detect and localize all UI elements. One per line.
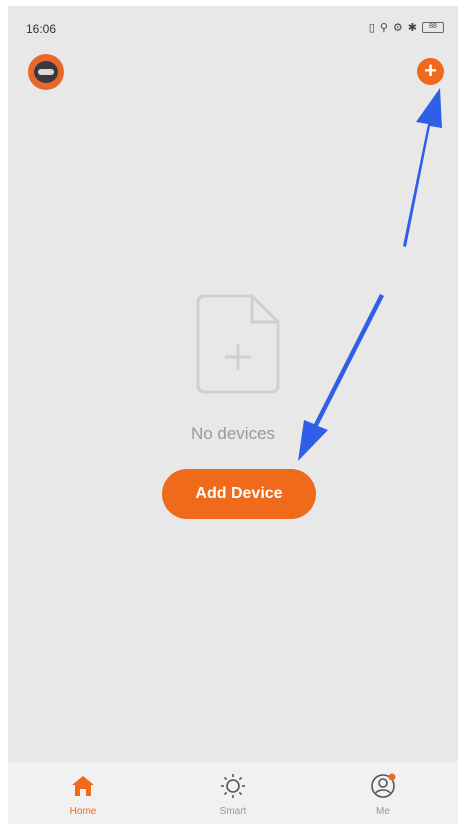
status-bar: 16:06 ▯ ⚲ ⚙ ✱ 88 [8, 6, 458, 42]
status-time: 16:06 [26, 22, 57, 36]
home-icon [72, 776, 94, 796]
bluetooth-icon: ✱ [407, 22, 417, 34]
user-icon [371, 773, 396, 798]
sun-icon [221, 774, 245, 798]
nav-home-label: Home [69, 806, 97, 817]
location-icon: ⚲ [379, 22, 388, 34]
add-device-top-button[interactable]: + [417, 58, 444, 85]
add-device-button[interactable]: Add Device [162, 469, 316, 519]
nav-me-label: Me [376, 806, 390, 817]
add-file-icon [196, 294, 280, 394]
nav-smart[interactable]: Smart [158, 762, 308, 824]
profile-avatar[interactable] [28, 54, 64, 90]
vibrate-icon: ▯ [368, 22, 375, 34]
nav-smart-label: Smart [219, 806, 247, 817]
bottom-navigation: Home Smart Me [8, 762, 458, 824]
settings-icon: ⚙ [392, 22, 403, 34]
nav-home[interactable]: Home [8, 762, 158, 824]
nav-me[interactable]: Me [308, 762, 458, 824]
arrow-to-top-button [403, 88, 442, 247]
battery-icon: 88 [422, 22, 444, 33]
status-icons: ▯ ⚲ ⚙ ✱ 88 [369, 21, 444, 34]
no-devices-text: No devices [190, 424, 276, 443]
app-screen: 16:06 ▯ ⚲ ⚙ ✱ 88 + No devices Add Device… [8, 6, 458, 824]
annotation-arrows [298, 88, 442, 461]
